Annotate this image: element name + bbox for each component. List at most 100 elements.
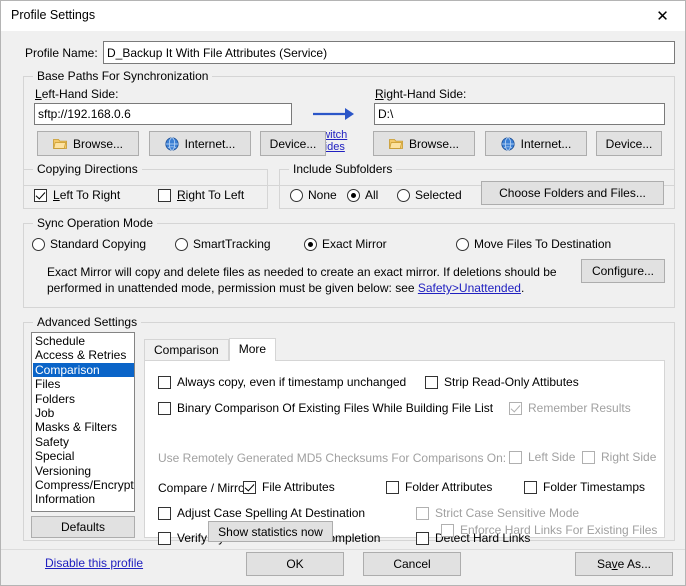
radio-smarttracking-label: SmartTracking	[193, 237, 271, 251]
right-browse-button[interactable]: Browse...	[373, 131, 475, 156]
list-item[interactable]: Schedule	[33, 334, 134, 348]
tab-comparison[interactable]: Comparison	[144, 339, 229, 361]
checkbox-box	[34, 188, 47, 202]
checkbox-box	[158, 531, 171, 545]
checkbox-box	[158, 375, 171, 389]
configure-button[interactable]: Configure...	[581, 259, 665, 283]
radio-circle	[304, 237, 317, 251]
left-hand-side-input[interactable]: sftp://192.168.0.6	[34, 103, 292, 125]
checkbox-strip-readonly[interactable]: Strip Read-Only Attibutes	[425, 375, 579, 389]
radio-circle	[32, 237, 45, 251]
checkbox-strict-case[interactable]: Strict Case Sensitive Mode	[416, 506, 579, 520]
checkbox-right-to-left[interactable]: Right To Left	[158, 188, 244, 202]
checkbox-adjust-case-label: Adjust Case Spelling At Destination	[177, 506, 366, 520]
defaults-button[interactable]: Defaults	[31, 516, 135, 538]
checkbox-right-to-left-label: Right To Left	[177, 188, 245, 202]
list-item[interactable]: Masks & Filters	[33, 420, 134, 434]
show-statistics-now-button[interactable]: Show statistics now	[208, 521, 333, 542]
left-device-button[interactable]: Device...	[260, 131, 326, 156]
list-item[interactable]: Information	[33, 492, 134, 506]
checkbox-box	[243, 480, 256, 494]
profile-name-input[interactable]: D_Backup It With File Attributes (Servic…	[103, 41, 675, 64]
radio-standard-copying[interactable]: Standard Copying	[32, 237, 146, 251]
disable-this-profile-link[interactable]: Disable this profile	[45, 556, 143, 570]
checkbox-box	[158, 188, 171, 202]
left-browse-label: Browse...	[72, 136, 123, 151]
sync-mode-description-period: .	[520, 281, 525, 295]
checkbox-remember-results[interactable]: Remember Results	[509, 401, 631, 415]
close-icon[interactable]: ✕	[640, 1, 685, 30]
radio-move-files-to-destination[interactable]: Move Files To Destination	[456, 237, 611, 251]
choose-folders-and-files-button[interactable]: Choose Folders and Files...	[481, 181, 664, 205]
list-item[interactable]: Safety	[33, 435, 134, 449]
cancel-button[interactable]: Cancel	[363, 552, 461, 576]
folder-icon	[389, 138, 403, 150]
radio-subfolders-all[interactable]: All	[347, 188, 378, 202]
checkbox-always-copy[interactable]: Always copy, even if timestamp unchanged	[158, 375, 406, 389]
radio-circle	[175, 237, 188, 251]
list-item[interactable]: Compress/Encrypt	[33, 478, 134, 492]
list-item[interactable]: Job	[33, 406, 134, 420]
folder-icon	[53, 138, 67, 150]
left-hand-side-label: Left-Hand Side:	[35, 87, 119, 101]
checkbox-binary-comparison[interactable]: Binary Comparison Of Existing Files Whil…	[158, 401, 493, 415]
checkbox-strip-readonly-label: Strip Read-Only Attibutes	[444, 375, 579, 389]
checkbox-left-to-right[interactable]: Left To Right	[34, 188, 120, 202]
checkbox-file-attributes[interactable]: File Attributes	[243, 480, 335, 494]
radio-subfolders-none[interactable]: None	[290, 188, 337, 202]
checkbox-enforce-hard-links-label: Enforce Hard Links For Existing Files	[460, 523, 658, 537]
radio-standard-copying-label: Standard Copying	[50, 237, 147, 251]
radio-circle	[456, 237, 469, 251]
advanced-tabstrip: Comparison More	[144, 338, 277, 361]
sync-mode-description: Exact Mirror will copy and delete files …	[47, 264, 572, 296]
right-device-button[interactable]: Device...	[596, 131, 662, 156]
checkbox-folder-timestamps[interactable]: Folder Timestamps	[524, 480, 645, 494]
checkbox-md5-right-side[interactable]: Right Side	[582, 450, 656, 464]
right-internet-button[interactable]: Internet...	[485, 131, 587, 156]
checkbox-left-to-right-label: Left To Right	[53, 188, 121, 202]
list-item[interactable]: Versioning	[33, 464, 134, 478]
checkbox-adjust-case[interactable]: Adjust Case Spelling At Destination	[158, 506, 365, 520]
save-as-button[interactable]: Save As...	[575, 552, 673, 576]
footer-divider	[1, 549, 685, 550]
left-browse-button[interactable]: Browse...	[37, 131, 139, 156]
radio-smarttracking[interactable]: SmartTracking	[175, 237, 271, 251]
radio-exact-mirror[interactable]: Exact Mirror	[304, 237, 387, 251]
left-internet-button[interactable]: Internet...	[149, 131, 251, 156]
base-paths-legend: Base Paths For Synchronization	[33, 69, 213, 83]
radio-subfolders-all-label: All	[365, 188, 379, 202]
globe-icon	[501, 136, 515, 151]
checkbox-folder-timestamps-label: Folder Timestamps	[543, 480, 646, 494]
checkbox-box	[509, 401, 522, 415]
right-hand-side-input[interactable]: D:\	[374, 103, 665, 125]
show-statistics-now-label: Show statistics now	[218, 524, 323, 539]
list-item[interactable]: Special	[33, 449, 134, 463]
checkbox-always-copy-label: Always copy, even if timestamp unchanged	[177, 375, 407, 389]
tab-more-label: More	[238, 342, 267, 356]
tab-more[interactable]: More	[228, 338, 277, 361]
checkbox-md5-left-side[interactable]: Left Side	[509, 450, 575, 464]
checkbox-strict-case-label: Strict Case Sensitive Mode	[435, 506, 580, 520]
list-item[interactable]: Files	[33, 377, 134, 391]
list-item[interactable]: Comparison	[33, 362, 134, 378]
checkbox-file-attributes-label: File Attributes	[262, 480, 335, 494]
checkbox-box	[425, 375, 438, 389]
ok-button[interactable]: OK	[246, 552, 344, 576]
title-bar: Profile Settings ✕	[1, 1, 685, 31]
profile-settings-dialog: Profile Settings ✕ Profile Name: D_Backu…	[0, 0, 686, 586]
sync-operation-mode-legend: Sync Operation Mode	[33, 216, 158, 230]
checkbox-enforce-hard-links[interactable]: Enforce Hard Links For Existing Files	[441, 523, 657, 537]
checkbox-folder-attributes-label: Folder Attributes	[405, 480, 493, 494]
globe-icon	[165, 136, 179, 151]
save-as-label: Save As...	[596, 557, 652, 571]
checkbox-box	[416, 506, 429, 520]
list-item[interactable]: Access & Retries	[33, 348, 134, 362]
radio-subfolders-selected[interactable]: Selected	[397, 188, 462, 202]
checkbox-folder-attributes[interactable]: Folder Attributes	[386, 480, 492, 494]
radio-circle	[347, 188, 360, 202]
checkbox-md5-right-side-label: Right Side	[601, 450, 657, 464]
safety-unattended-link[interactable]: Safety>Unattended	[418, 281, 521, 295]
checkbox-box	[509, 450, 522, 464]
list-item[interactable]: Folders	[33, 392, 134, 406]
advanced-settings-list[interactable]: Schedule Access & Retries Comparison Fil…	[31, 332, 135, 512]
